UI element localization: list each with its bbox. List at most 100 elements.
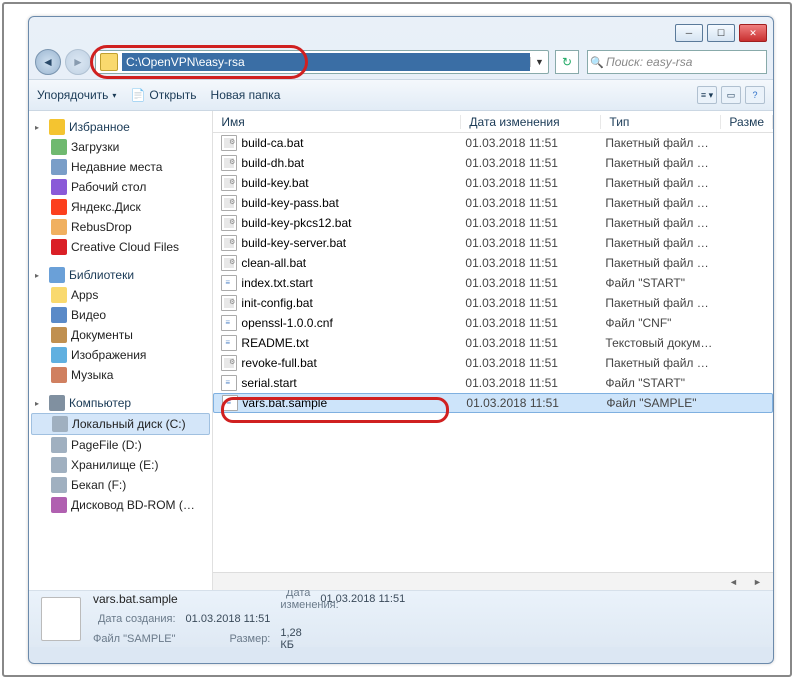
open-button[interactable]: 📄 Открыть bbox=[130, 88, 196, 102]
drive-icon bbox=[51, 239, 67, 255]
file-icon bbox=[41, 597, 81, 641]
col-date[interactable]: Дата изменения bbox=[461, 115, 601, 129]
sidebar-item[interactable]: Бекап (F:) bbox=[29, 475, 212, 495]
file-name: clean-all.bat bbox=[241, 256, 465, 270]
file-icon bbox=[221, 275, 237, 291]
sidebar-item[interactable]: Apps bbox=[29, 285, 212, 305]
sidebar-item[interactable]: PageFile (D:) bbox=[29, 435, 212, 455]
sidebar-item[interactable]: Дисковод BD-ROM (… bbox=[29, 495, 212, 515]
search-box[interactable]: 🔍 Поиск: easy-rsa bbox=[587, 50, 767, 74]
address-path[interactable]: C:\OpenVPN\easy-rsa bbox=[122, 53, 530, 71]
file-name: build-dh.bat bbox=[241, 156, 465, 170]
col-type[interactable]: Тип bbox=[601, 115, 721, 129]
file-type: Пакетный файл … bbox=[605, 216, 725, 230]
file-row[interactable]: build-key.bat 01.03.2018 11:51 Пакетный … bbox=[213, 173, 773, 193]
refresh-button[interactable]: ↻ bbox=[555, 50, 579, 74]
preview-pane-button[interactable]: ▭ bbox=[721, 86, 741, 104]
sidebar-group-header[interactable]: ▸Библиотеки bbox=[29, 265, 212, 285]
drive-icon bbox=[51, 199, 67, 215]
file-row[interactable]: openssl-1.0.0.cnf 01.03.2018 11:51 Файл … bbox=[213, 313, 773, 333]
sidebar-item[interactable]: Видео bbox=[29, 305, 212, 325]
sidebar-item[interactable]: Загрузки bbox=[29, 137, 212, 157]
file-type: Пакетный файл … bbox=[605, 156, 725, 170]
file-date: 01.03.2018 11:51 bbox=[465, 136, 605, 150]
minimize-button[interactable]: ─ bbox=[675, 24, 703, 42]
help-button[interactable]: ? bbox=[745, 86, 765, 104]
file-type: Пакетный файл … bbox=[605, 356, 725, 370]
details-created: 01.03.2018 11:51 bbox=[186, 613, 271, 625]
sidebar-item[interactable]: Creative Cloud Files bbox=[29, 237, 212, 257]
file-list-body: build-ca.bat 01.03.2018 11:51 Пакетный ф… bbox=[213, 133, 773, 572]
sidebar-item[interactable]: RebusDrop bbox=[29, 217, 212, 237]
file-row[interactable]: build-key-server.bat 01.03.2018 11:51 Па… bbox=[213, 233, 773, 253]
file-type: Пакетный файл … bbox=[605, 296, 725, 310]
sidebar-group-header[interactable]: ▸Компьютер bbox=[29, 393, 212, 413]
file-row[interactable]: revoke-full.bat 01.03.2018 11:51 Пакетны… bbox=[213, 353, 773, 373]
details-filename: vars.bat.sample bbox=[93, 592, 270, 606]
file-row[interactable]: vars.bat.sample 01.03.2018 11:51 Файл "S… bbox=[213, 393, 773, 413]
organize-button[interactable]: Упорядочить bbox=[37, 88, 116, 102]
search-placeholder: Поиск: easy-rsa bbox=[606, 55, 692, 69]
sidebar-item[interactable]: Музыка bbox=[29, 365, 212, 385]
view-options-button[interactable]: ≡ ▾ bbox=[697, 86, 717, 104]
address-bar[interactable]: C:\OpenVPN\easy-rsa ▼ bbox=[95, 50, 549, 74]
col-size[interactable]: Разме bbox=[721, 115, 773, 129]
file-type: Текстовый докум… bbox=[605, 336, 725, 350]
sidebar-group-header[interactable]: ▸Избранное bbox=[29, 117, 212, 137]
new-folder-button[interactable]: Новая папка bbox=[211, 88, 281, 102]
drive-icon bbox=[51, 219, 67, 235]
close-button[interactable]: ✕ bbox=[739, 24, 767, 42]
folder-icon bbox=[49, 395, 65, 411]
file-name: init-config.bat bbox=[241, 296, 465, 310]
details-created-label: Дата создания: bbox=[93, 613, 176, 625]
sidebar-item[interactable]: Изображения bbox=[29, 345, 212, 365]
file-icon bbox=[221, 315, 237, 331]
details-size-label: Размер: bbox=[186, 633, 271, 645]
content-area: ▸ИзбранноеЗагрузкиНедавние местаРабочий … bbox=[29, 111, 773, 591]
drive-icon bbox=[51, 139, 67, 155]
file-type: Файл "START" bbox=[605, 376, 725, 390]
file-date: 01.03.2018 11:51 bbox=[465, 336, 605, 350]
sidebar-item[interactable]: Локальный диск (C:) bbox=[31, 413, 210, 435]
file-date: 01.03.2018 11:51 bbox=[465, 296, 605, 310]
file-date: 01.03.2018 11:51 bbox=[465, 156, 605, 170]
address-dropdown-icon[interactable]: ▼ bbox=[530, 57, 548, 67]
file-type: Пакетный файл … bbox=[605, 236, 725, 250]
file-row[interactable]: build-key-pass.bat 01.03.2018 11:51 Паке… bbox=[213, 193, 773, 213]
folder-icon bbox=[100, 53, 118, 71]
horizontal-scrollbar[interactable]: ◄ ► bbox=[213, 572, 773, 590]
file-date: 01.03.2018 11:51 bbox=[465, 256, 605, 270]
file-row[interactable]: README.txt 01.03.2018 11:51 Текстовый до… bbox=[213, 333, 773, 353]
search-icon: 🔍 bbox=[588, 56, 606, 69]
file-date: 01.03.2018 11:51 bbox=[465, 376, 605, 390]
file-row[interactable]: build-ca.bat 01.03.2018 11:51 Пакетный ф… bbox=[213, 133, 773, 153]
file-date: 01.03.2018 11:51 bbox=[465, 276, 605, 290]
file-name: build-key.bat bbox=[241, 176, 465, 190]
sidebar-item[interactable]: Документы bbox=[29, 325, 212, 345]
maximize-button[interactable]: ☐ bbox=[707, 24, 735, 42]
scroll-left-icon[interactable]: ◄ bbox=[729, 577, 741, 587]
sidebar-item[interactable]: Яндекс.Диск bbox=[29, 197, 212, 217]
batch-file-icon bbox=[221, 175, 237, 191]
file-name: README.txt bbox=[241, 336, 465, 350]
file-row[interactable]: index.txt.start 01.03.2018 11:51 Файл "S… bbox=[213, 273, 773, 293]
drive-icon bbox=[51, 179, 67, 195]
file-row[interactable]: clean-all.bat 01.03.2018 11:51 Пакетный … bbox=[213, 253, 773, 273]
scroll-right-icon[interactable]: ► bbox=[753, 577, 765, 587]
file-icon bbox=[221, 335, 237, 351]
folder-icon bbox=[49, 267, 65, 283]
forward-button[interactable]: ► bbox=[65, 49, 91, 75]
file-type: Пакетный файл … bbox=[605, 136, 725, 150]
back-button[interactable]: ◄ bbox=[35, 49, 61, 75]
file-row[interactable]: build-key-pkcs12.bat 01.03.2018 11:51 Па… bbox=[213, 213, 773, 233]
col-name[interactable]: Имя bbox=[213, 115, 461, 129]
sidebar-item[interactable]: Недавние места bbox=[29, 157, 212, 177]
sidebar-item[interactable]: Рабочий стол bbox=[29, 177, 212, 197]
file-row[interactable]: build-dh.bat 01.03.2018 11:51 Пакетный ф… bbox=[213, 153, 773, 173]
drive-icon bbox=[51, 497, 67, 513]
file-row[interactable]: serial.start 01.03.2018 11:51 Файл "STAR… bbox=[213, 373, 773, 393]
file-row[interactable]: init-config.bat 01.03.2018 11:51 Пакетны… bbox=[213, 293, 773, 313]
file-date: 01.03.2018 11:51 bbox=[465, 316, 605, 330]
file-type: Файл "SAMPLE" bbox=[606, 396, 726, 410]
sidebar-item[interactable]: Хранилище (E:) bbox=[29, 455, 212, 475]
